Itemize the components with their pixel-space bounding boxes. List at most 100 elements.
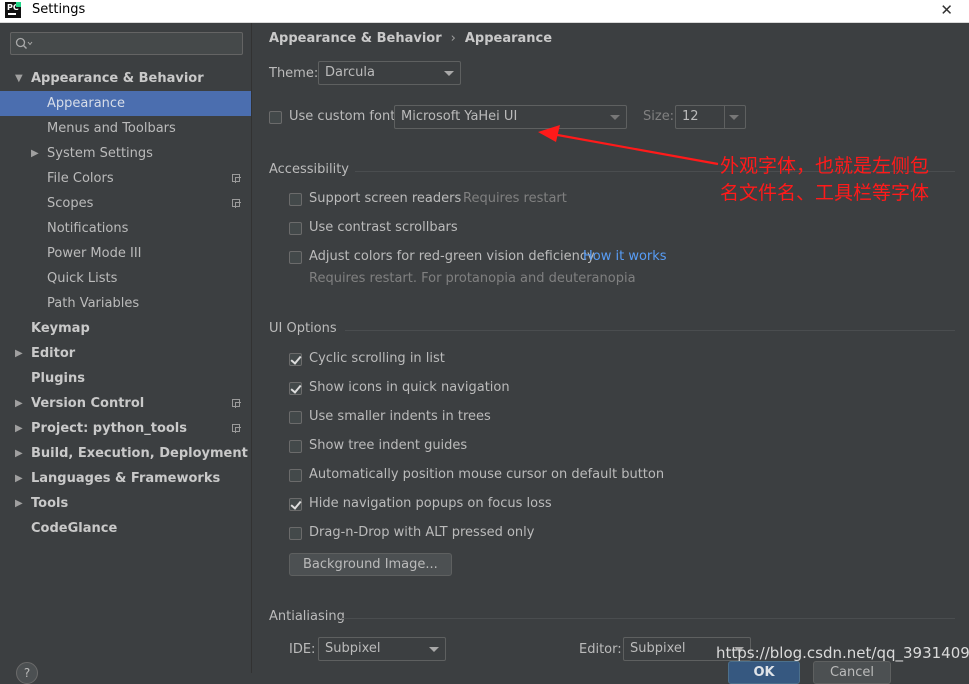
sidebar-item-label: Languages & Frameworks: [31, 471, 221, 486]
sidebar-item-version-control[interactable]: ▶ Version Control: [0, 391, 251, 416]
sidebar-item-power-mode-iii[interactable]: Power Mode III: [0, 241, 251, 266]
breadcrumb-parent[interactable]: Appearance & Behavior: [269, 31, 442, 46]
ui-option-checkbox[interactable]: [289, 498, 302, 511]
annotation-arrow: [538, 125, 719, 166]
ui-option-checkbox[interactable]: [289, 469, 302, 482]
collapse-arrow-icon[interactable]: ▶: [15, 466, 23, 491]
ide-antialiasing-select[interactable]: Subpixel: [318, 637, 446, 661]
sidebar-item-project-python-tools[interactable]: ▶ Project: python_tools: [0, 416, 251, 441]
sidebar-item-label: Path Variables: [47, 296, 140, 311]
theme-value: Darcula: [325, 65, 376, 80]
custom-font-checkbox[interactable]: [269, 111, 282, 124]
sidebar-item-menus-and-toolbars[interactable]: Menus and Toolbars: [0, 116, 251, 141]
sidebar-item-keymap[interactable]: Keymap: [0, 316, 251, 341]
contrast-scrollbars-checkbox[interactable]: [289, 222, 302, 235]
settings-sidebar: ▼ Appearance & Behavior Appearance Menus an…: [0, 23, 252, 673]
sidebar-item-label: Power Mode III: [47, 246, 142, 261]
sidebar-item-plugins[interactable]: Plugins: [0, 366, 251, 391]
font-family-value: Microsoft YaHei UI: [401, 109, 518, 124]
background-image-button[interactable]: Background Image...: [289, 553, 452, 576]
antialiasing-title: Antialiasing: [269, 609, 345, 624]
ui-option-label: Cyclic scrolling in list: [309, 351, 445, 366]
sidebar-item-languages-frameworks[interactable]: ▶ Languages & Frameworks: [0, 466, 251, 491]
project-scope-icon: [232, 424, 241, 433]
project-scope-icon: [232, 399, 241, 408]
breadcrumb-separator: ›: [450, 31, 456, 46]
how-it-works-link[interactable]: How it works: [583, 249, 667, 264]
help-icon[interactable]: ?: [16, 662, 38, 684]
annotation-line-2: 名文件名、工具栏等字体: [720, 182, 930, 204]
annotation-note: 外观字体，也就是左侧包 名文件名、工具栏等字体: [720, 153, 929, 207]
sidebar-item-label: CodeGlance: [31, 521, 118, 536]
chevron-down-icon: [729, 115, 739, 120]
ui-option-label: Automatically position mouse cursor on d…: [309, 467, 665, 482]
expand-arrow-icon[interactable]: ▼: [15, 66, 23, 91]
collapse-arrow-icon[interactable]: ▶: [15, 416, 23, 441]
close-icon[interactable]: ✕: [940, 1, 953, 19]
ui-option-checkbox[interactable]: [289, 411, 302, 424]
sidebar-item-label: Appearance: [47, 96, 126, 111]
screen-readers-checkbox[interactable]: [289, 193, 302, 206]
annotation-line-1: 外观字体，也就是左侧包: [720, 155, 930, 177]
sidebar-item-system-settings[interactable]: ▶ System Settings: [0, 141, 251, 166]
collapse-arrow-icon[interactable]: ▶: [15, 391, 23, 416]
color-deficiency-checkbox[interactable]: [289, 251, 302, 264]
collapse-arrow-icon[interactable]: ▶: [15, 491, 23, 516]
sidebar-item-file-colors[interactable]: File Colors: [0, 166, 251, 191]
chevron-down-icon: [429, 647, 439, 652]
collapse-arrow-icon[interactable]: ▶: [15, 441, 23, 466]
pycharm-logo-icon: PC: [5, 2, 21, 18]
sidebar-item-label: Menus and Toolbars: [47, 121, 176, 136]
custom-font-label: Use custom font:: [289, 109, 400, 124]
sidebar-item-build-execution-deployment[interactable]: ▶ Build, Execution, Deployment: [0, 441, 251, 466]
sidebar-item-scopes[interactable]: Scopes: [0, 191, 251, 216]
sidebar-item-label: Plugins: [31, 371, 85, 386]
sidebar-item-label: Project: python_tools: [31, 421, 187, 436]
ui-options-title: UI Options: [269, 321, 337, 336]
breadcrumb-current: Appearance: [464, 31, 553, 46]
screen-readers-hint: Requires restart: [463, 191, 567, 206]
ui-option-checkbox[interactable]: [289, 382, 302, 395]
sidebar-item-quick-lists[interactable]: Quick Lists: [0, 266, 251, 291]
editor-antialiasing-value: Subpixel: [630, 641, 686, 656]
sidebar-item-path-variables[interactable]: Path Variables: [0, 291, 251, 316]
project-scope-icon: [232, 174, 241, 183]
sidebar-item-label: Scopes: [47, 196, 94, 211]
color-deficiency-hint: Requires restart. For protanopia and deu…: [309, 271, 636, 286]
screen-readers-label: Support screen readers: [309, 191, 462, 206]
color-deficiency-label: Adjust colors for red-green vision defic…: [309, 249, 595, 264]
ui-option-checkbox[interactable]: [289, 527, 302, 540]
chevron-down-icon: [444, 71, 454, 76]
search-input[interactable]: [10, 32, 243, 55]
sidebar-item-label: Quick Lists: [47, 271, 118, 286]
breadcrumb: Appearance & Behavior › Appearance: [269, 31, 552, 46]
sidebar-item-appearance-behavior[interactable]: ▼ Appearance & Behavior: [0, 66, 251, 91]
sidebar-item-notifications[interactable]: Notifications: [0, 216, 251, 241]
ui-option-label: Show icons in quick navigation: [309, 380, 510, 395]
sidebar-item-tools[interactable]: ▶ Tools: [0, 491, 251, 516]
section-divider: [345, 330, 955, 331]
collapse-arrow-icon[interactable]: ▶: [15, 341, 23, 366]
project-scope-icon: [232, 199, 241, 208]
contrast-scrollbars-label: Use contrast scrollbars: [309, 220, 458, 235]
sidebar-item-label: File Colors: [47, 171, 114, 186]
sidebar-item-label: Notifications: [47, 221, 129, 236]
window-title: Settings: [32, 2, 86, 17]
watermark: https://blog.csdn.net/qq_39314099: [716, 644, 969, 662]
ui-option-label: Use smaller indents in trees: [309, 409, 491, 424]
ui-option-label: Show tree indent guides: [309, 438, 468, 453]
sidebar-item-codeglance[interactable]: CodeGlance: [0, 516, 251, 541]
sidebar-item-label: Build, Execution, Deployment: [31, 446, 248, 461]
ui-option-label: Drag-n-Drop with ALT pressed only: [309, 525, 535, 540]
sidebar-item-label: Appearance & Behavior: [31, 71, 204, 86]
ide-antialiasing-value: Subpixel: [325, 641, 381, 656]
sidebar-item-label: Tools: [31, 496, 69, 511]
sidebar-item-editor[interactable]: ▶ Editor: [0, 341, 251, 366]
sidebar-item-appearance[interactable]: Appearance: [0, 91, 251, 116]
ui-option-checkbox[interactable]: [289, 353, 302, 366]
collapse-arrow-icon[interactable]: ▶: [31, 141, 39, 166]
theme-select[interactable]: Darcula: [318, 61, 461, 85]
ui-option-checkbox[interactable]: [289, 440, 302, 453]
section-divider: [342, 618, 955, 619]
sidebar-item-label: Version Control: [31, 396, 145, 411]
